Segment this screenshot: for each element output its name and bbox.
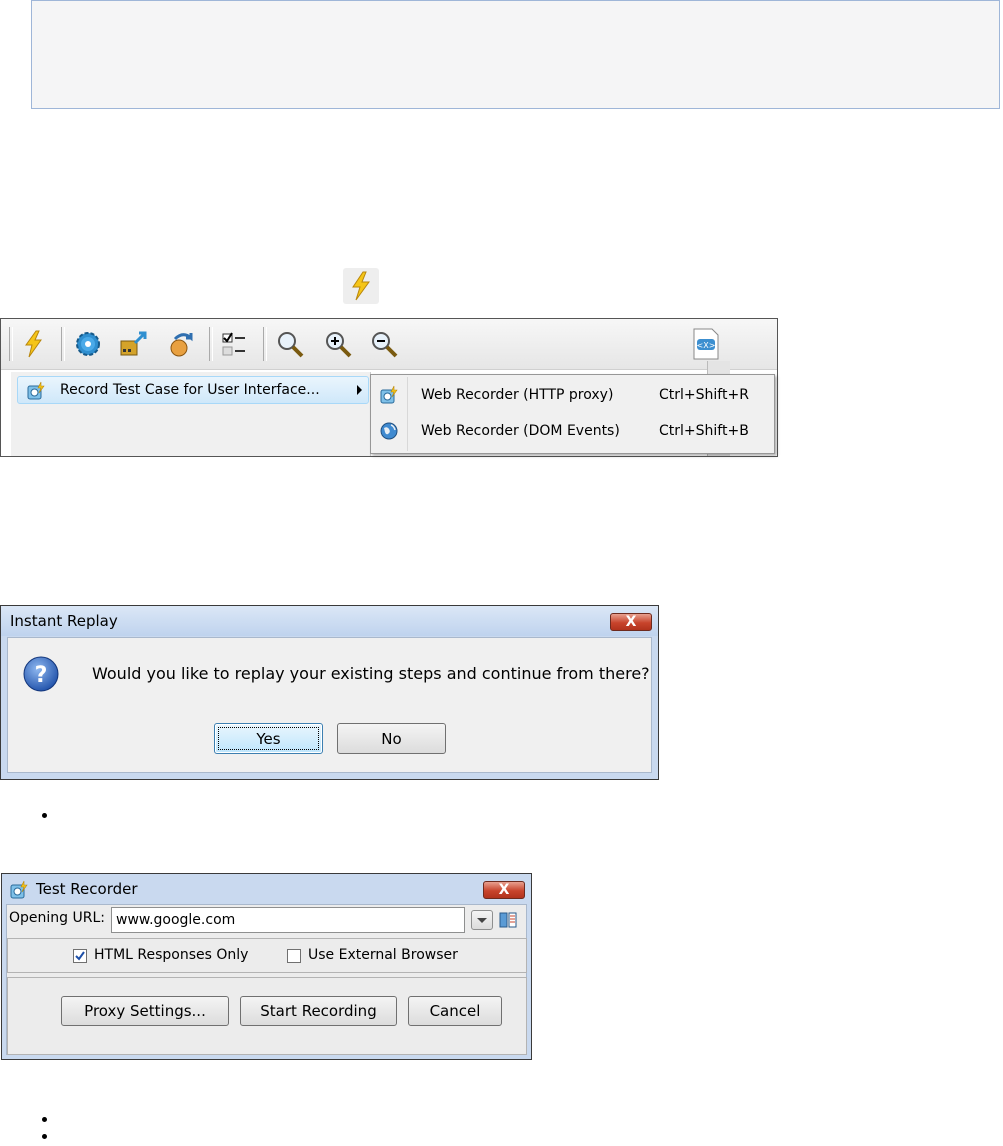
lightning-button[interactable]: [17, 327, 51, 361]
actions-group: Proxy Settings... Start Recording Cancel: [7, 977, 527, 1055]
url-input[interactable]: www.google.com: [111, 907, 465, 933]
zoom-in-icon: [326, 332, 352, 358]
toolbar: <X>: [1, 319, 777, 370]
toolbar-separator: [263, 327, 267, 361]
svg-text:<X>: <X>: [697, 341, 716, 350]
proxy-settings-button[interactable]: Proxy Settings...: [61, 996, 229, 1026]
dialog-body: ? Would you like to replay your existing…: [7, 637, 652, 773]
url-label: Opening URL:: [9, 910, 105, 926]
globe-icon: [380, 422, 398, 440]
menu-item-shortcut: Ctrl+Shift+B: [659, 423, 749, 439]
no-button[interactable]: No: [337, 723, 446, 754]
close-button[interactable]: X: [483, 881, 525, 899]
chevron-down-icon: [477, 918, 487, 923]
zoom-in-button[interactable]: [321, 327, 355, 361]
bullet: [42, 1117, 47, 1122]
checklist-button[interactable]: [217, 327, 251, 361]
focus-ring: [218, 727, 319, 750]
browser-list-icon[interactable]: [499, 911, 517, 929]
cancel-button[interactable]: Cancel: [408, 996, 502, 1026]
yes-button[interactable]: Yes: [214, 723, 323, 754]
info-box: [31, 0, 1000, 109]
checklist-icon: [222, 332, 245, 356]
menu-item-label: Web Recorder (HTTP proxy): [421, 387, 614, 403]
zoom-out-icon: [372, 332, 398, 358]
test-recorder-dialog: Test Recorder X Opening URL: www.google.…: [1, 873, 532, 1060]
menu-item-shortcut: Ctrl+Shift+R: [659, 387, 749, 403]
external-browser-label: Use External Browser: [308, 947, 458, 963]
gear-icon: [76, 332, 100, 356]
replay-button[interactable]: [165, 327, 199, 361]
recorder-icon: [380, 385, 398, 404]
recorder-submenu: Web Recorder (HTTP proxy) Ctrl+Shift+R W…: [370, 374, 775, 454]
submenu-arrow-icon: [357, 385, 362, 395]
recorder-icon: [10, 880, 28, 899]
close-icon: X: [625, 614, 637, 630]
menu-item-record-test-case[interactable]: Record Test Case for User Interface...: [17, 376, 369, 404]
xml-file-icon: <X>: [693, 328, 719, 360]
checkmark-icon: [75, 951, 85, 961]
dialog-message: Would you like to replay your existing s…: [92, 664, 650, 683]
cancel-label: Cancel: [429, 1002, 481, 1020]
recorder-icon: [27, 381, 45, 400]
export-button[interactable]: [117, 327, 151, 361]
proxy-settings-label: Proxy Settings...: [84, 1002, 206, 1020]
svg-text:?: ?: [35, 663, 48, 688]
search-button[interactable]: [273, 327, 307, 361]
options-group: HTML Responses Only Use External Browser: [7, 938, 527, 973]
menu-item-web-recorder-dom[interactable]: Web Recorder (DOM Events) Ctrl+Shift+B: [371, 415, 774, 447]
search-icon: [278, 332, 304, 358]
close-button[interactable]: X: [610, 613, 652, 631]
lightning-icon: [25, 330, 42, 358]
instant-replay-dialog: Instant Replay X ? Would you like to rep…: [0, 605, 659, 780]
toolbar-separator: [209, 327, 213, 361]
url-dropdown-button[interactable]: [471, 910, 493, 930]
toolbar-screenshot: <X> Record Test Case for User Interface.…: [0, 318, 778, 457]
export-icon: [120, 331, 147, 356]
no-label: No: [381, 729, 402, 748]
start-recording-button[interactable]: Start Recording: [240, 996, 397, 1026]
lightning-icon: [343, 268, 379, 304]
menu-item-label: Web Recorder (DOM Events): [421, 423, 620, 439]
html-only-checkbox[interactable]: [73, 949, 87, 963]
replay-icon: [170, 333, 193, 357]
question-icon: ?: [23, 656, 59, 692]
xml-button[interactable]: <X>: [689, 327, 723, 361]
zoom-out-button[interactable]: [367, 327, 401, 361]
dialog-title: Test Recorder: [36, 880, 138, 898]
record-menu: Record Test Case for User Interface...: [11, 372, 371, 456]
dialog-title: Instant Replay: [1, 606, 658, 636]
close-icon: X: [498, 882, 510, 898]
dialog-body: Opening URL: www.google.com HTML Respons…: [6, 904, 527, 1055]
toolbar-separator: [9, 327, 13, 361]
menu-item-label: Record Test Case for User Interface...: [60, 382, 320, 398]
settings-button[interactable]: [71, 327, 105, 361]
start-recording-label: Start Recording: [260, 1002, 377, 1020]
html-only-label: HTML Responses Only: [94, 947, 249, 963]
external-browser-checkbox[interactable]: [287, 949, 301, 963]
menu-item-web-recorder-http[interactable]: Web Recorder (HTTP proxy) Ctrl+Shift+R: [371, 379, 774, 411]
bullet: [42, 813, 47, 818]
toolbar-separator: [61, 327, 65, 361]
bullet: [42, 1134, 47, 1139]
